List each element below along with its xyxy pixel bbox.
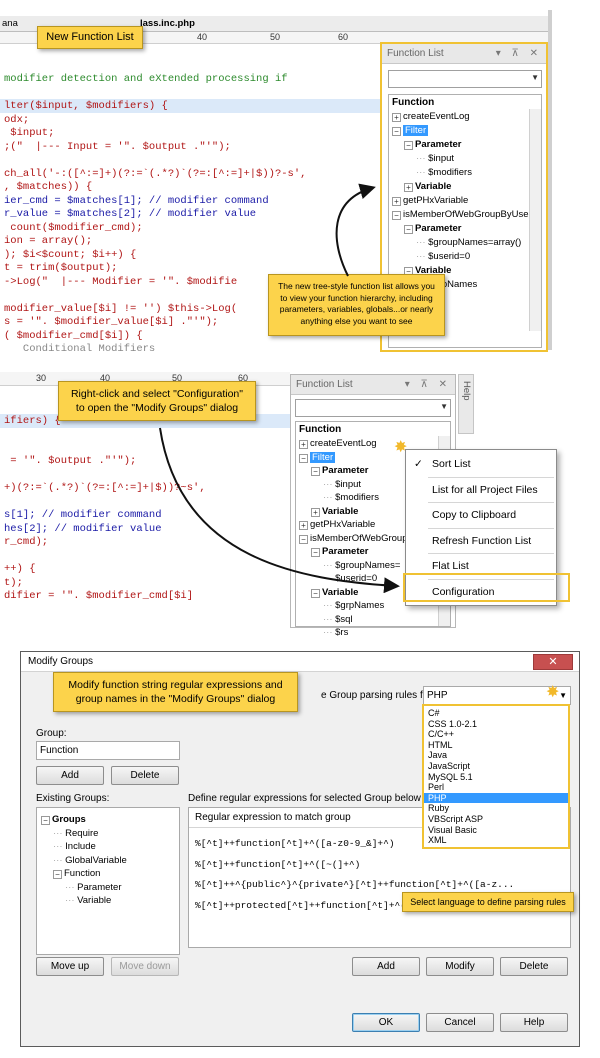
arrow-to-function-list [335,183,376,277]
annotation-arrows [159,183,400,594]
arrow-to-configuration [159,427,400,594]
